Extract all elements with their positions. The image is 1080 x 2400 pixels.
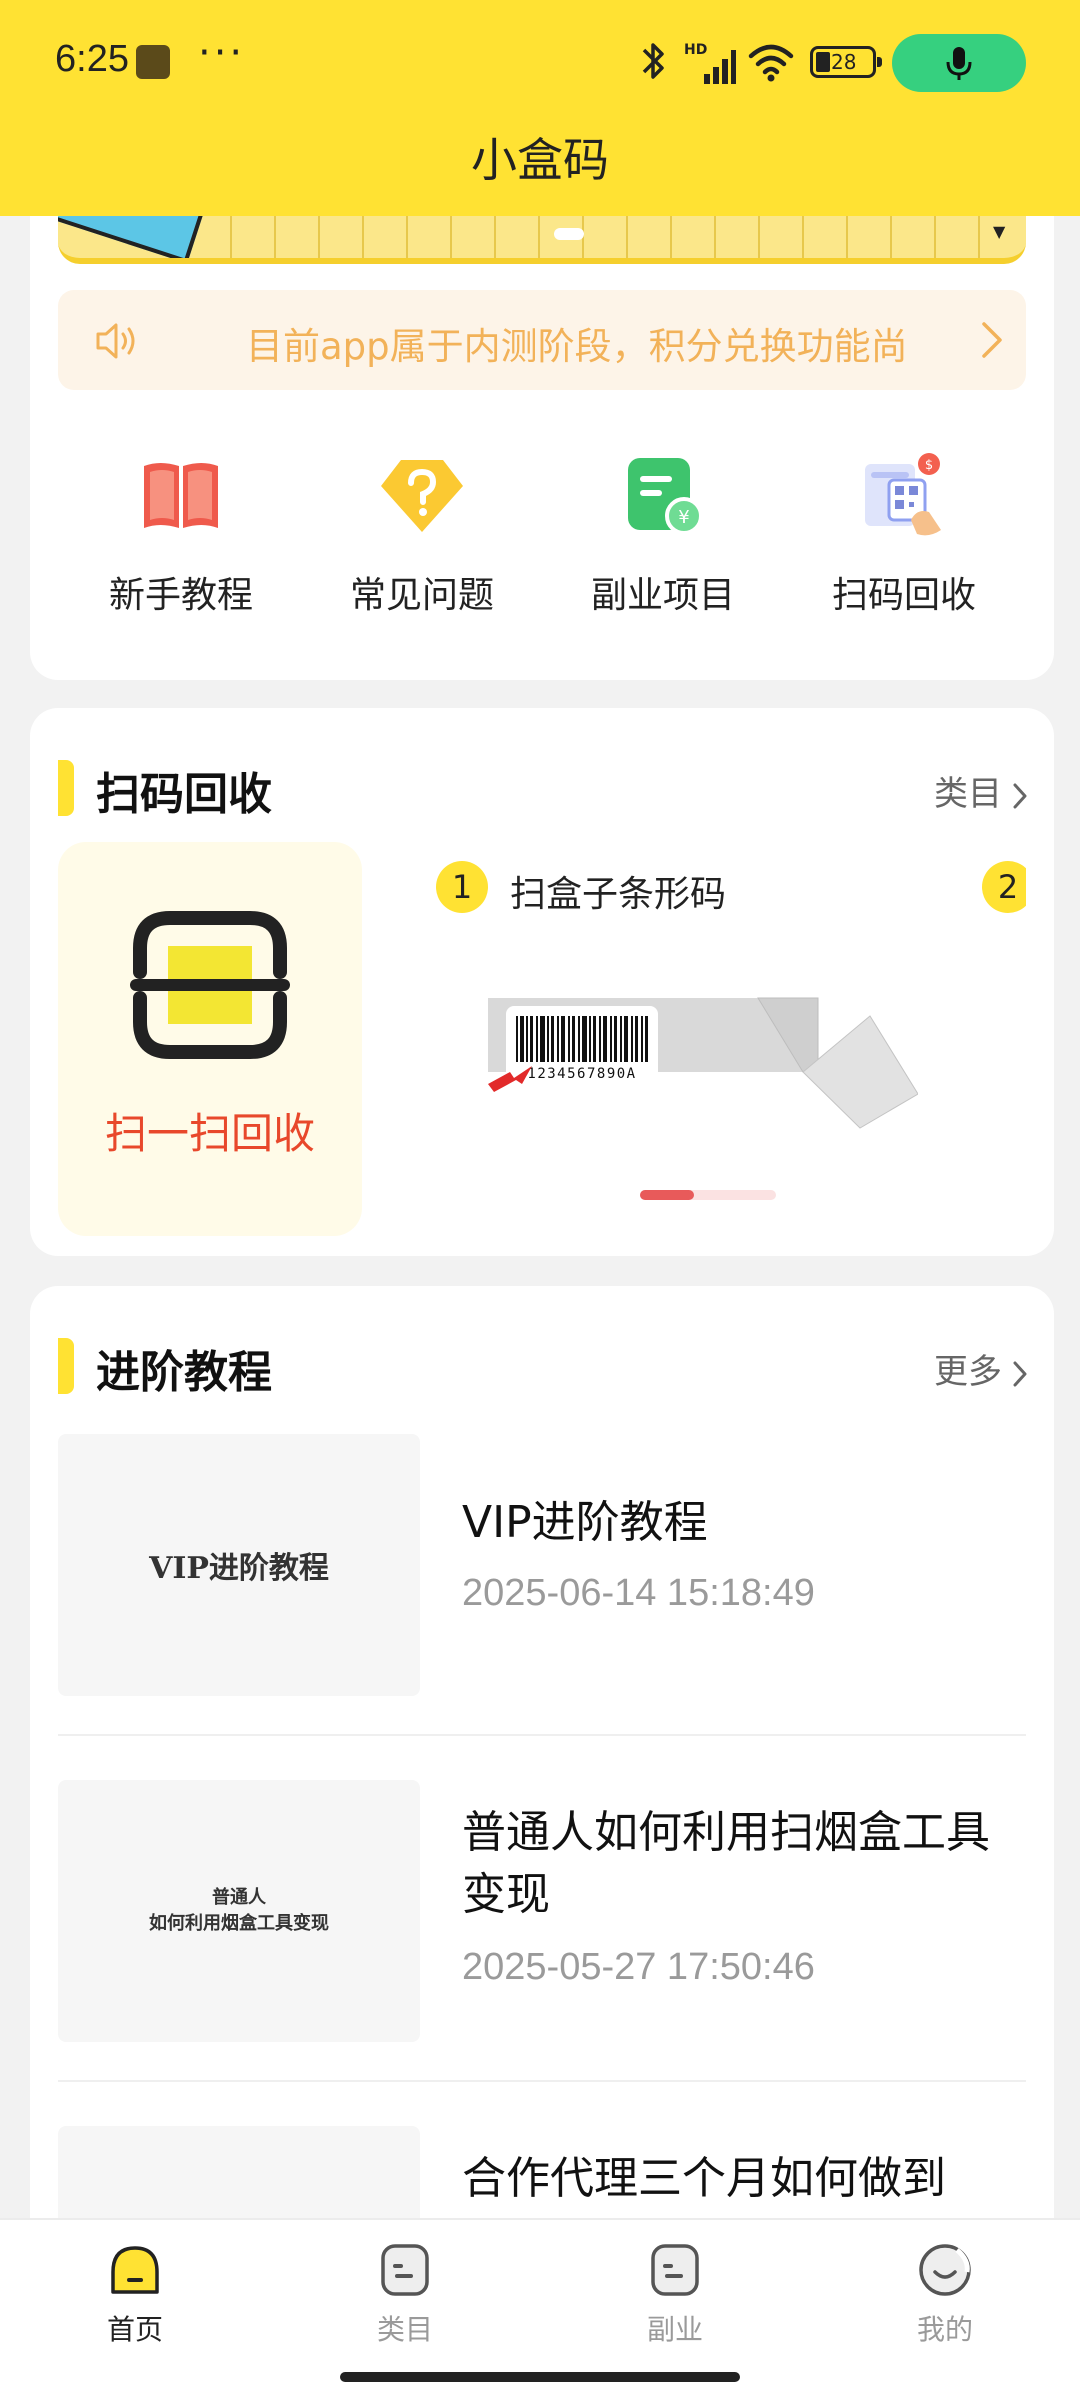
svg-text:$: $ bbox=[925, 458, 933, 473]
more-link-label: 更多 bbox=[934, 1352, 1002, 1392]
thumbnail-text: 普通人 bbox=[212, 1887, 266, 1908]
quick-action-label: 扫码回收 bbox=[831, 575, 976, 616]
quick-action-faq[interactable]: 常见问题 bbox=[322, 450, 522, 618]
category-link[interactable]: 类目 bbox=[934, 766, 1028, 815]
quick-action-label: 新手教程 bbox=[108, 575, 253, 616]
question-icon bbox=[377, 450, 467, 540]
home-top-card: ▼ 目前app属于内测阶段，积分兑换功能尚 新手教程 常见问题 ¥ 副业项目 $… bbox=[30, 150, 1054, 680]
tutorial-item[interactable]: 普通人 如何利用烟盒工具变现 普通人如何利用扫烟盒工具变现 2025-05-27… bbox=[58, 1780, 1026, 2082]
promo-banner[interactable]: ▼ bbox=[58, 210, 1026, 264]
tutorial-date: 2025-06-14 15:18:49 bbox=[462, 1572, 815, 1614]
carousel-indicator bbox=[640, 1190, 776, 1200]
tutorial-thumbnail: VIP进阶教程 bbox=[58, 1434, 420, 1696]
tab-side-job[interactable]: 副业 bbox=[595, 2242, 755, 2348]
tab-label: 首页 bbox=[106, 2313, 163, 2346]
notification-app-icon bbox=[136, 45, 170, 79]
tutorial-title: 普通人如何利用扫烟盒工具变现 bbox=[462, 1807, 990, 1920]
battery-icon: 28 bbox=[810, 46, 882, 78]
scan-recycle-card: 扫码回收 类目 扫一扫回收 1 扫盒子条形码 2 1234567890A bbox=[30, 708, 1054, 1256]
section-header: 进阶教程 更多 bbox=[30, 1332, 1054, 1398]
quick-actions: 新手教程 常见问题 ¥ 副业项目 $ 扫码回收 bbox=[30, 450, 1054, 630]
step-number: 1 bbox=[436, 861, 488, 913]
section-accent-bar bbox=[58, 760, 74, 816]
side-job-icon: ¥ bbox=[618, 450, 708, 540]
banner-pager-indicator bbox=[554, 228, 584, 240]
tutorial-item[interactable]: VIP进阶教程 VIP进阶教程 2025-06-14 15:18:49 bbox=[58, 1434, 1026, 1736]
tutorial-thumbnail: 普通人 如何利用烟盒工具变现 bbox=[58, 1780, 420, 2042]
barcode-illustration: 1234567890A bbox=[488, 997, 918, 1129]
scan-label: 扫一扫回收 bbox=[104, 1109, 315, 1158]
category-link-label: 类目 bbox=[934, 774, 1002, 814]
thumbnail-text: 如何利用烟盒工具变现 bbox=[149, 1913, 329, 1934]
home-indicator[interactable] bbox=[340, 2372, 740, 2382]
tab-profile[interactable]: 我的 bbox=[865, 2242, 1025, 2348]
section-title: 进阶教程 bbox=[96, 1347, 272, 1398]
carousel-indicator-thumb bbox=[640, 1190, 695, 1200]
battery-level: 28 bbox=[831, 50, 857, 74]
chevron-right-icon bbox=[982, 322, 1002, 358]
step-number: 2 bbox=[982, 861, 1026, 913]
signal-icon bbox=[704, 50, 736, 84]
notice-bar[interactable]: 目前app属于内测阶段，积分兑换功能尚 bbox=[58, 290, 1026, 390]
chevron-right-icon bbox=[1013, 783, 1027, 808]
quick-action-scan-recycle[interactable]: $ 扫码回收 bbox=[804, 450, 1004, 618]
tab-home[interactable]: 首页 bbox=[55, 2242, 215, 2348]
svg-text:¥: ¥ bbox=[678, 507, 689, 528]
step-text: 扫盒子条形码 bbox=[510, 874, 727, 915]
tab-category[interactable]: 类目 bbox=[325, 2242, 485, 2348]
barcode-number: 1234567890A bbox=[527, 1066, 636, 1082]
more-link[interactable]: 更多 bbox=[934, 1344, 1028, 1393]
tab-label: 类目 bbox=[376, 2313, 433, 2346]
page-title: 小盒码 bbox=[471, 133, 609, 187]
quick-action-label: 副业项目 bbox=[590, 575, 735, 616]
microphone-icon bbox=[946, 47, 972, 80]
notice-text: 目前app属于内测阶段，积分兑换功能尚 bbox=[246, 325, 908, 368]
chevron-right-icon bbox=[1013, 1361, 1027, 1386]
scan-to-recycle-button[interactable]: 扫一扫回收 bbox=[58, 842, 362, 1236]
category-icon bbox=[377, 2242, 433, 2298]
tutorial-title: 合作代理三个月如何做到 bbox=[462, 2153, 946, 2204]
status-time: 6:25 bbox=[55, 38, 129, 80]
profile-icon bbox=[917, 2242, 973, 2298]
tutorial-title: VIP进阶教程 bbox=[462, 1497, 708, 1548]
quick-action-side-jobs[interactable]: ¥ 副业项目 bbox=[563, 450, 763, 618]
side-job-tab-icon bbox=[647, 2242, 703, 2298]
top-bar: 6:25 ··· HD 28 小盒码 bbox=[0, 0, 1080, 216]
step-2: 2 bbox=[982, 861, 1026, 915]
qr-scan-icon: $ bbox=[859, 450, 949, 540]
section-accent-bar bbox=[58, 1338, 74, 1394]
section-title: 扫码回收 bbox=[96, 769, 272, 820]
more-notifications-icon: ··· bbox=[198, 30, 246, 76]
tab-label: 副业 bbox=[646, 2313, 703, 2346]
thumbnail-text: VIP进阶教程 bbox=[149, 1551, 329, 1586]
banner-caret-icon: ▼ bbox=[993, 222, 1006, 241]
section-header: 扫码回收 类目 bbox=[30, 754, 1054, 820]
divider bbox=[58, 1734, 1026, 1736]
voice-assistant-button[interactable] bbox=[892, 34, 1026, 92]
speaker-icon bbox=[96, 323, 135, 359]
tutorial-date: 2025-05-27 17:50:46 bbox=[462, 1946, 815, 1988]
scan-frame-icon bbox=[130, 911, 290, 1059]
bluetooth-icon bbox=[642, 43, 664, 79]
wifi-icon bbox=[748, 44, 794, 82]
tab-label: 我的 bbox=[916, 2313, 973, 2346]
quick-action-label: 常见问题 bbox=[349, 575, 494, 616]
divider bbox=[58, 2080, 1026, 2082]
banner-ruler-pattern bbox=[188, 210, 1008, 258]
home-icon bbox=[107, 2242, 163, 2298]
quick-action-beginner-tutorial[interactable]: 新手教程 bbox=[81, 450, 281, 618]
status-bar: 6:25 ··· HD 28 bbox=[0, 0, 1080, 126]
banner-illustration bbox=[58, 210, 210, 258]
book-icon bbox=[136, 450, 226, 540]
